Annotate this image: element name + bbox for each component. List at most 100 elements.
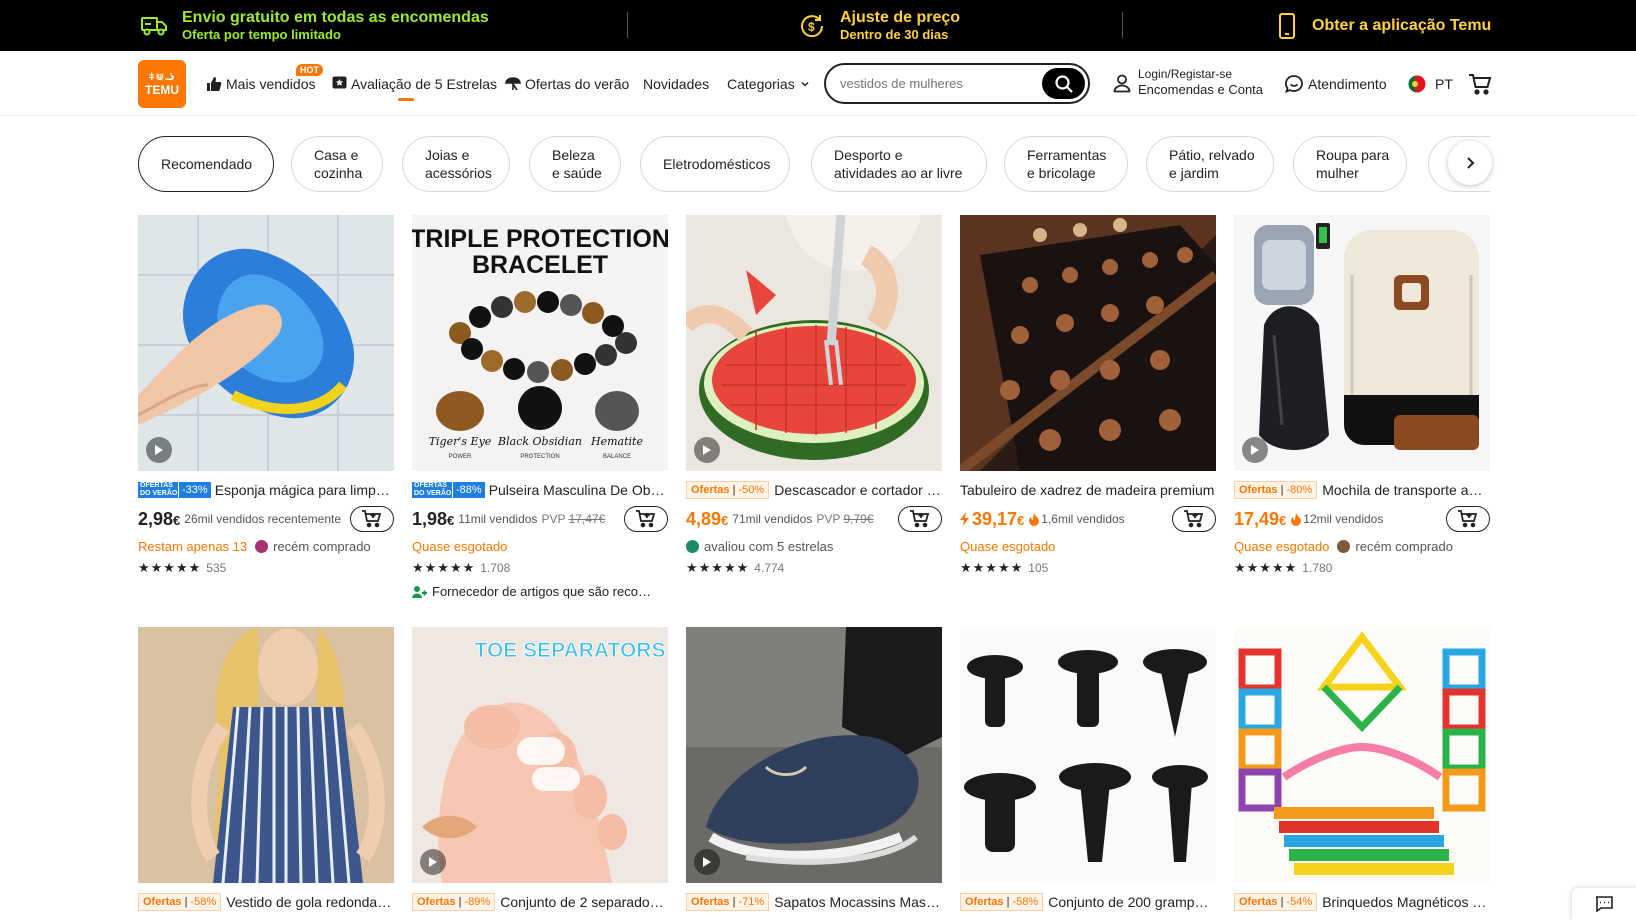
product-title[interactable]: Descascador e cortador de melancia — [774, 482, 942, 498]
sold-count: 71mil vendidos — [732, 512, 813, 526]
cart-link[interactable] — [1468, 51, 1496, 116]
product-image[interactable] — [1234, 215, 1490, 471]
play-icon — [155, 445, 163, 455]
product-title[interactable]: Esponja mágica para limpeza de banheira — [215, 482, 394, 498]
product-price: 4,89€ — [686, 509, 728, 530]
nav-categories[interactable]: Categorias — [727, 51, 815, 116]
nav-new-arrivals-label: Novidades — [643, 75, 710, 92]
category-sports-outdoors[interactable]: Desporto e atividades ao ar livre — [811, 136, 987, 192]
product-image[interactable] — [960, 215, 1216, 471]
video-play-button[interactable] — [1242, 437, 1268, 463]
video-play-button[interactable] — [146, 437, 172, 463]
shopping-cart-icon — [1469, 73, 1492, 95]
price-currency: € — [173, 512, 181, 528]
svg-text:$: $ — [808, 20, 815, 34]
video-play-button[interactable] — [420, 849, 446, 875]
category-womens-clothing[interactable]: Roupa para mulher — [1293, 136, 1407, 192]
product-image[interactable] — [960, 627, 1216, 883]
product-image[interactable] — [686, 215, 942, 471]
rating-stars: ★★★★★ — [1234, 560, 1298, 575]
stone-label: Tiger's Eye — [429, 435, 492, 448]
language-selector[interactable]: PT — [1408, 51, 1453, 116]
review-count: 1.780 — [1302, 561, 1333, 575]
category-home-kitchen[interactable]: Casa e cozinha — [291, 136, 383, 192]
video-play-button[interactable] — [694, 437, 720, 463]
product-image[interactable] — [138, 215, 394, 471]
product-title[interactable]: Tabuleiro de xadrez de madeira premium — [960, 482, 1216, 498]
product-card[interactable]: Ofertas | -54% Brinquedos Magnéticos Blo… — [1234, 627, 1490, 911]
product-card[interactable]: TRIPLE PROTECTION BRACELET Tiger's Eye B… — [412, 215, 668, 599]
price-adjust-promo[interactable]: $ Ajuste de preço Dentro de 30 dias — [798, 0, 960, 51]
price-currency: € — [721, 512, 729, 528]
add-to-cart-button[interactable] — [1172, 506, 1216, 532]
category-beauty[interactable]: Beleza e saúde — [529, 136, 621, 192]
temu-logo[interactable]: ǂ⋓ᓘ TEMU — [138, 60, 186, 108]
product-card[interactable]: Ofertas | -80% Mochila de transporte apr… — [1234, 215, 1490, 576]
product-title[interactable]: Sapatos Mocassins Masculinos — [774, 894, 942, 910]
product-card[interactable]: Ofertas | -71% Sapatos Mocassins Masculi… — [686, 627, 942, 911]
product-card[interactable]: Ofertas | -58% Vestido de gola redonda s… — [138, 627, 394, 911]
product-card[interactable]: TOE SEPARATORS Ofertas | -89% Conjunto d… — [412, 627, 668, 911]
thumbs-up-icon — [207, 76, 222, 91]
nav-summer-deals[interactable]: Ofertas do verão — [505, 51, 629, 116]
product-card[interactable]: Ofertas | -50% Descascador e cortador de… — [686, 215, 942, 576]
floating-chat-button[interactable] — [1572, 888, 1636, 920]
rating-row: ★★★★★ 105 — [960, 560, 1216, 576]
category-appliances[interactable]: Eletrodomésticos — [640, 136, 790, 192]
category-jewelry[interactable]: Joias e acessórios — [402, 136, 510, 192]
product-card[interactable]: Ofertas | -58% Conjunto de 200 grampos d… — [960, 627, 1216, 911]
product-image[interactable] — [1234, 627, 1490, 883]
phone-icon — [1276, 12, 1298, 40]
product-title[interactable]: Mochila de transporte aprovada — [1322, 482, 1490, 498]
product-title[interactable]: Pulseira Masculina De Obsidiana — [489, 482, 668, 498]
play-icon — [703, 445, 711, 455]
category-tools[interactable]: Ferramentas e bricolage — [1004, 136, 1128, 192]
category-label: Casa e cozinha — [314, 147, 363, 181]
recent-purchase: recém comprado — [1337, 539, 1453, 554]
sold-count: 26mil vendidos recentemente — [184, 512, 342, 526]
portugal-flag-icon — [1408, 75, 1426, 92]
product-title[interactable]: Brinquedos Magnéticos Blocos — [1322, 894, 1490, 910]
nav-new-arrivals[interactable]: Novidades — [643, 51, 709, 116]
recommended-supplier: Fornecedor de artigos que são recomendad… — [412, 584, 668, 599]
deal-label: Ofertas — [1239, 484, 1278, 496]
product-card[interactable]: Tabuleiro de xadrez de madeira premium 3… — [960, 215, 1216, 576]
discount-label: -50% — [738, 484, 765, 496]
category-recommended[interactable]: Recomendado — [138, 136, 274, 192]
add-to-cart-button[interactable] — [624, 506, 668, 532]
add-to-cart-button[interactable] — [1446, 506, 1490, 532]
banner-divider — [1122, 12, 1123, 38]
search-input[interactable] — [840, 76, 1040, 91]
add-to-cart-button[interactable] — [898, 506, 942, 532]
product-image[interactable] — [138, 627, 394, 883]
sold-count: 12mil vendidos — [1303, 512, 1384, 526]
discount-badge: -88% — [452, 482, 485, 498]
nav-best-sellers[interactable]: Mais vendidos — [206, 51, 316, 116]
product-title-row: Ofertas | -58% Vestido de gola redonda s… — [138, 893, 394, 911]
nav-five-star[interactable]: Avaliação de 5 Estrelas — [332, 51, 497, 116]
category-patio-garden[interactable]: Pátio, relvado e jardim — [1146, 136, 1274, 192]
category-next-button[interactable] — [1448, 141, 1492, 185]
svg-text:POWER: POWER — [449, 454, 472, 460]
product-image[interactable] — [686, 627, 942, 883]
product-title[interactable]: Conjunto de 200 grampos de fixação — [1048, 894, 1216, 910]
status-row: Quase esgotado — [412, 537, 668, 555]
deal-badge: Ofertas | -54% — [1234, 893, 1318, 911]
product-image[interactable]: TOE SEPARATORS — [412, 627, 668, 883]
product-image[interactable]: TRIPLE PROTECTION BRACELET Tiger's Eye B… — [412, 215, 668, 471]
product-title[interactable]: Vestido de gola redonda sem mangas — [226, 894, 394, 910]
account-menu[interactable]: Login/Registar-se Encomendas e Conta — [1112, 67, 1263, 98]
add-to-cart-button[interactable] — [350, 506, 394, 532]
free-shipping-promo[interactable]: Envio gratuito em todas as encomendas Of… — [140, 0, 489, 51]
shoe-image — [686, 627, 942, 883]
support-link[interactable]: Atendimento — [1284, 51, 1387, 116]
get-app-promo[interactable]: Obter a aplicação Temu — [1276, 0, 1491, 51]
product-card[interactable]: OFERTAS DO VERÃO -33% Esponja mágica para… — [138, 215, 394, 576]
search-bar[interactable] — [824, 63, 1090, 104]
product-title[interactable]: Conjunto de 2 separadores de dedos — [500, 894, 668, 910]
price-currency: € — [1017, 512, 1025, 528]
reference-price: PVP 9,79€ — [816, 512, 873, 526]
search-button[interactable] — [1042, 68, 1085, 99]
review-count: 535 — [206, 561, 227, 575]
video-play-button[interactable] — [694, 849, 720, 875]
